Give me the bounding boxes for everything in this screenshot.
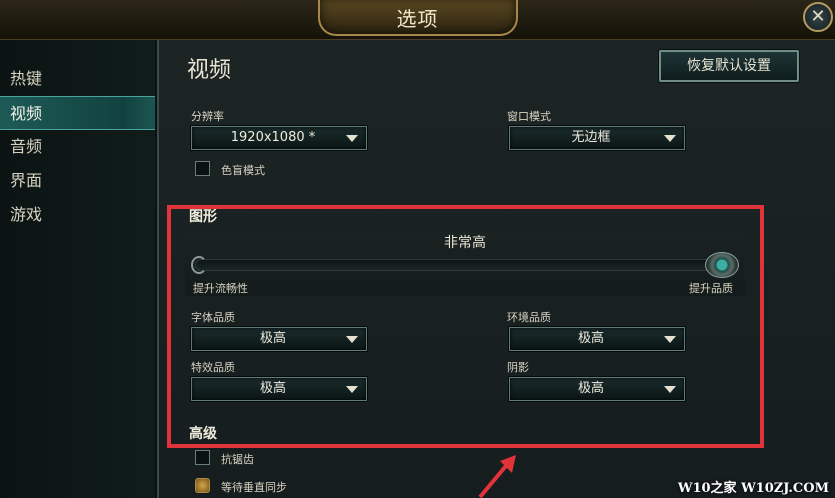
chevron-down-icon bbox=[664, 135, 676, 142]
slider-start-icon bbox=[191, 256, 207, 274]
sidebar-item-hotkeys[interactable]: 热键 bbox=[0, 62, 155, 96]
slider-max-label: 提升品质 bbox=[689, 282, 733, 295]
close-button[interactable]: ✕ bbox=[803, 2, 833, 32]
sidebar-item-interface[interactable]: 界面 bbox=[0, 164, 155, 198]
page-title: 视频 bbox=[187, 58, 232, 83]
resolution-value: 1920x1080 * bbox=[230, 130, 316, 145]
graphics-quality-slider: 非常高 提升流畅性 提升品质 bbox=[185, 232, 745, 296]
shadows-select[interactable]: 极高 bbox=[509, 377, 685, 401]
character-quality-label: 字体品质 bbox=[191, 311, 235, 324]
sidebar: 热键 视频 音频 界面 游戏 bbox=[0, 40, 155, 498]
sidebar-item-audio[interactable]: 音频 bbox=[0, 130, 155, 164]
close-icon: ✕ bbox=[810, 6, 826, 27]
antialiasing-label: 抗锯齿 bbox=[221, 453, 254, 466]
resolution-select[interactable]: 1920x1080 * bbox=[191, 126, 367, 150]
colorblind-label: 色盲模式 bbox=[221, 164, 265, 177]
resolution-label: 分辨率 bbox=[191, 110, 224, 123]
sidebar-nav: 热键 视频 音频 界面 游戏 bbox=[0, 62, 155, 232]
graphics-quality-value: 非常高 bbox=[444, 235, 486, 251]
advanced-section-title: 高级 bbox=[189, 426, 217, 442]
effects-quality-label: 特效品质 bbox=[191, 361, 235, 374]
chevron-down-icon bbox=[346, 336, 358, 343]
chevron-down-icon bbox=[664, 336, 676, 343]
effects-quality-value: 极高 bbox=[259, 381, 286, 396]
sidebar-item-video[interactable]: 视频 bbox=[0, 96, 155, 130]
shadows-value: 极高 bbox=[577, 381, 604, 396]
colorblind-checkbox[interactable] bbox=[195, 161, 210, 176]
antialiasing-checkbox[interactable] bbox=[195, 450, 210, 465]
sidebar-item-game[interactable]: 游戏 bbox=[0, 198, 155, 232]
annotation-arrow-icon bbox=[478, 455, 516, 498]
slider-track[interactable] bbox=[195, 259, 735, 271]
title-bar: 选项 ✕ bbox=[0, 0, 835, 40]
slider-handle[interactable] bbox=[705, 252, 739, 278]
chevron-down-icon bbox=[346, 135, 358, 142]
effects-quality-select[interactable]: 极高 bbox=[191, 377, 367, 401]
character-quality-select[interactable]: 极高 bbox=[191, 327, 367, 351]
window-mode-select[interactable]: 无边框 bbox=[509, 126, 685, 150]
environment-quality-select[interactable]: 极高 bbox=[509, 327, 685, 351]
restore-defaults-button[interactable]: 恢复默认设置 bbox=[659, 50, 799, 82]
window-mode-label: 窗口模式 bbox=[507, 110, 551, 123]
graphics-section-title: 图形 bbox=[189, 209, 217, 225]
chevron-down-icon bbox=[346, 386, 358, 393]
window-mode-value: 无边框 bbox=[571, 130, 611, 145]
vsync-checkbox[interactable] bbox=[195, 478, 210, 493]
vsync-label: 等待垂直同步 bbox=[221, 481, 287, 494]
shadows-label: 阴影 bbox=[507, 361, 529, 374]
environment-quality-label: 环境品质 bbox=[507, 311, 551, 324]
watermark: W10之家 W10ZJ.COM bbox=[677, 481, 829, 496]
video-settings-panel: 视频 恢复默认设置 分辨率 1920x1080 * 窗口模式 无边框 色盲模式 … bbox=[157, 40, 835, 498]
window-title: 选项 bbox=[396, 7, 439, 31]
slider-min-label: 提升流畅性 bbox=[193, 282, 248, 295]
environment-quality-value: 极高 bbox=[577, 331, 604, 346]
chevron-down-icon bbox=[664, 386, 676, 393]
character-quality-value: 极高 bbox=[259, 331, 286, 346]
